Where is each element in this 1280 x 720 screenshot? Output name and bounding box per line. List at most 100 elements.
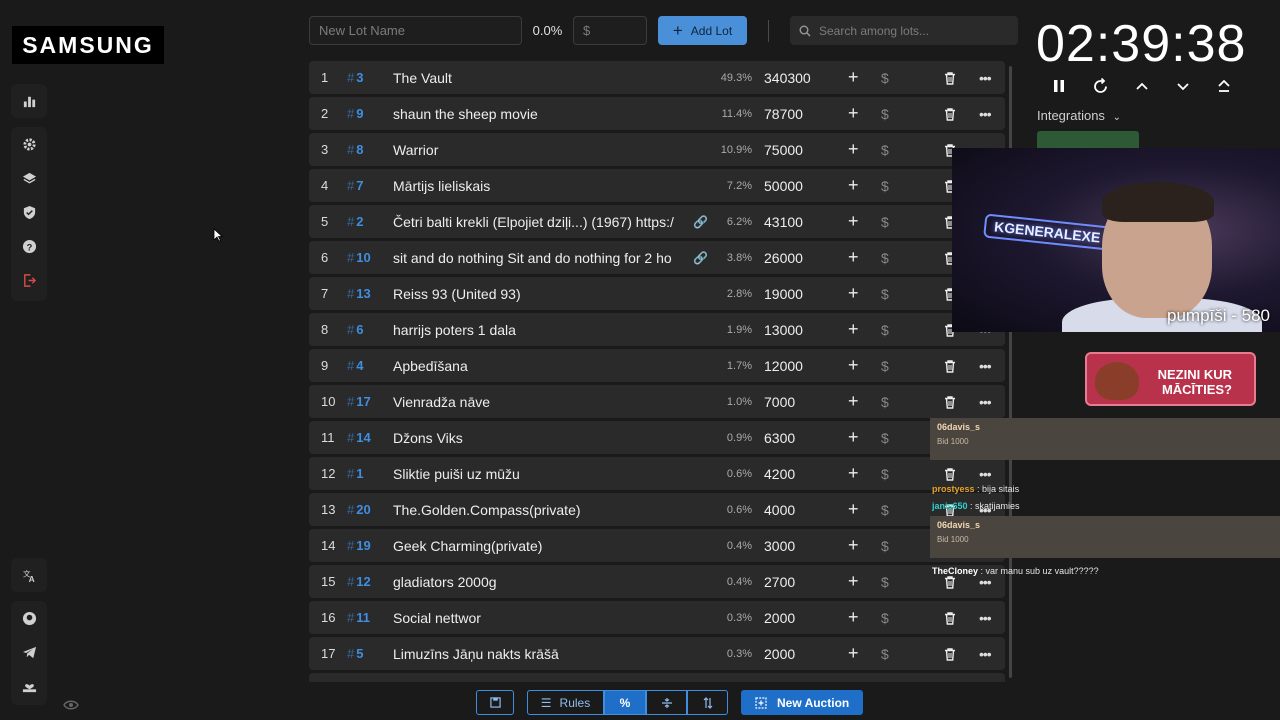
- github-icon[interactable]: [11, 601, 47, 635]
- more-icon[interactable]: •••: [979, 70, 992, 86]
- lot-row[interactable]: 15 #12 gladiators 2000g 0.4% 2700 + $ •••: [309, 565, 1005, 598]
- dollar-icon[interactable]: $: [881, 574, 889, 590]
- lot-amount-input[interactable]: [573, 16, 647, 45]
- add-amount-icon[interactable]: +: [848, 571, 859, 592]
- add-amount-icon[interactable]: +: [848, 103, 859, 124]
- lot-name[interactable]: Džons Viks: [393, 430, 683, 446]
- dollar-icon[interactable]: $: [881, 142, 889, 158]
- lot-name[interactable]: Geek Charming(private): [393, 538, 683, 554]
- trash-icon[interactable]: [943, 71, 957, 85]
- dollar-icon[interactable]: $: [881, 250, 889, 266]
- percent-view-button[interactable]: %: [604, 690, 646, 715]
- lot-name[interactable]: Sliktie puiši uz mūžu: [393, 466, 683, 482]
- dollar-icon[interactable]: $: [881, 430, 889, 446]
- more-icon[interactable]: •••: [979, 394, 992, 410]
- link-icon[interactable]: 🔗: [693, 251, 708, 265]
- lot-name[interactable]: Reiss 93 (United 93): [393, 286, 683, 302]
- lot-row[interactable]: 9 #4 Apbedīšana 1.7% 12000 + $ •••: [309, 349, 1005, 382]
- chevron-down-icon[interactable]: [1176, 78, 1190, 99]
- stats-icon[interactable]: [11, 84, 47, 118]
- collapse-icon[interactable]: [646, 690, 687, 715]
- add-amount-icon[interactable]: +: [848, 67, 859, 88]
- lot-row[interactable]: 11#14Džons Viks0.9%6300+$•••: [309, 421, 1005, 454]
- more-icon[interactable]: •••: [979, 466, 992, 482]
- dollar-icon[interactable]: $: [881, 70, 889, 86]
- lot-name[interactable]: shaun the sheep movie: [393, 106, 683, 122]
- lot-name[interactable]: Vienradža nāve: [393, 394, 683, 410]
- lot-name[interactable]: Social nettwor: [393, 610, 683, 626]
- add-amount-icon[interactable]: +: [848, 427, 859, 448]
- lot-name[interactable]: Četri balti krekli (Elpojiet dziļi...) (…: [393, 214, 683, 230]
- lot-row[interactable]: 6 #10 sit and do nothing Sit and do nothin…: [309, 241, 1005, 274]
- add-amount-icon[interactable]: +: [848, 283, 859, 304]
- dollar-icon[interactable]: $: [881, 502, 889, 518]
- trash-icon[interactable]: [943, 359, 957, 373]
- more-icon[interactable]: •••: [979, 106, 992, 122]
- lot-name[interactable]: gladiators 2000g: [393, 574, 683, 590]
- dollar-icon[interactable]: $: [881, 538, 889, 554]
- translate-icon[interactable]: 文A: [11, 558, 47, 592]
- lot-row[interactable]: 4#7Mārtijs lieliskais7.2%50000+$•••: [309, 169, 1005, 202]
- add-lot-button[interactable]: + Add Lot: [658, 16, 747, 45]
- lot-row[interactable]: 16 #11 Social nettwor 0.3% 2000 + $ •••: [309, 601, 1005, 634]
- lot-name[interactable]: The.Golden.Compass(private): [393, 502, 683, 518]
- lot-row[interactable]: 13 #20 The.Golden.Compass(private) 0.6% 4000…: [309, 493, 1005, 526]
- chevron-up-icon[interactable]: [1135, 78, 1149, 99]
- dollar-icon[interactable]: $: [881, 286, 889, 302]
- lot-row[interactable]: 2 #9 shaun the sheep movie 11.4% 78700 + $ •••: [309, 97, 1005, 130]
- lot-name[interactable]: The Vault: [393, 70, 683, 86]
- logout-icon[interactable]: [11, 263, 47, 297]
- new-auction-button[interactable]: New Auction: [741, 690, 864, 715]
- add-amount-icon[interactable]: +: [848, 175, 859, 196]
- lot-row[interactable]: 1 #3 The Vault 49.3% 340300 + $ •••: [309, 61, 1005, 94]
- trash-icon[interactable]: [943, 395, 957, 409]
- gear-icon[interactable]: [11, 127, 47, 161]
- trash-icon[interactable]: [943, 575, 957, 589]
- lot-row[interactable]: 8#6harrijs poters 1 dala1.9%13000+$•••: [309, 313, 1005, 346]
- more-icon[interactable]: •••: [979, 358, 992, 374]
- dollar-icon[interactable]: $: [881, 214, 889, 230]
- eye-icon[interactable]: [63, 698, 79, 716]
- layers-icon[interactable]: [11, 161, 47, 195]
- dollar-icon[interactable]: $: [881, 178, 889, 194]
- telegram-icon[interactable]: [11, 635, 47, 669]
- add-amount-icon[interactable]: +: [848, 643, 859, 664]
- add-amount-icon[interactable]: +: [848, 355, 859, 376]
- lot-row[interactable]: 14#19Geek Charming(private)0.4%3000+$•••: [309, 529, 1005, 562]
- link-icon[interactable]: 🔗: [693, 215, 708, 229]
- more-icon[interactable]: •••: [979, 646, 992, 662]
- dollar-icon[interactable]: $: [881, 466, 889, 482]
- lot-row[interactable]: 5 #2 Četri balti krekli (Elpojiet dziļi...…: [309, 205, 1005, 238]
- more-icon[interactable]: •••: [979, 610, 992, 626]
- trash-icon[interactable]: [943, 611, 957, 625]
- lot-row[interactable]: 3#8Warrior10.9%75000+$•••: [309, 133, 1005, 166]
- search-input[interactable]: [819, 23, 1009, 38]
- integrations-toggle[interactable]: Integrations ⌄: [1037, 108, 1121, 123]
- dollar-icon[interactable]: $: [881, 322, 889, 338]
- add-amount-icon[interactable]: +: [848, 211, 859, 232]
- lot-name[interactable]: Warrior: [393, 142, 683, 158]
- trash-icon[interactable]: [943, 467, 957, 481]
- add-amount-icon[interactable]: +: [848, 463, 859, 484]
- lot-name[interactable]: Mārtijs lieliskais: [393, 178, 683, 194]
- shield-icon[interactable]: [11, 195, 47, 229]
- dollar-icon[interactable]: $: [881, 106, 889, 122]
- double-chevron-up-icon[interactable]: [1217, 78, 1231, 99]
- dollar-icon[interactable]: $: [881, 646, 889, 662]
- lot-name[interactable]: Apbedīšana: [393, 358, 683, 374]
- lot-row[interactable]: 7#13Reiss 93 (United 93)2.8%19000+$•••: [309, 277, 1005, 310]
- sort-icon[interactable]: [687, 690, 728, 715]
- lot-name[interactable]: sit and do nothing Sit and do nothing fo…: [393, 250, 683, 266]
- dollar-icon[interactable]: $: [881, 610, 889, 626]
- dollar-icon[interactable]: $: [881, 358, 889, 374]
- lot-row[interactable]: 17 #5 Limuzīns Jāņu nakts krāšā 0.3% 2000 + $ •…: [309, 637, 1005, 670]
- lot-name[interactable]: harrijs poters 1 dala: [393, 322, 683, 338]
- lot-name[interactable]: Limuzīns Jāņu nakts krāšā: [393, 646, 683, 662]
- add-amount-icon[interactable]: +: [848, 247, 859, 268]
- lot-row[interactable]: 12 #1 Sliktie puiši uz mūžu 0.6% 4200 + $ •••: [309, 457, 1005, 490]
- add-amount-icon[interactable]: +: [848, 607, 859, 628]
- dollar-icon[interactable]: $: [881, 394, 889, 410]
- trash-icon[interactable]: [943, 647, 957, 661]
- trash-icon[interactable]: [943, 107, 957, 121]
- integration-card[interactable]: [1037, 131, 1139, 149]
